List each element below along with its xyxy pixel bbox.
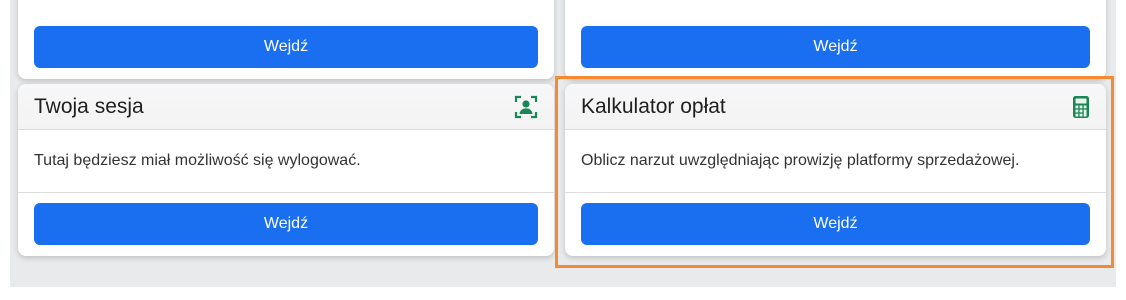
fee-calculator-card-title: Kalkulator opłat — [581, 94, 726, 118]
session-enter-button[interactable]: Wejdź — [34, 203, 538, 245]
session-card: Twoja sesja Tutaj będziesz miał możliwoś… — [18, 84, 554, 256]
fee-calculator-card-header: Kalkulator opłat — [565, 84, 1106, 130]
top-left-enter-button[interactable]: Wejdź — [34, 26, 538, 68]
fee-calculator-card: Kalkulator opłat Oblicz narzut uwzględni… — [565, 84, 1106, 256]
fee-calculator-enter-button[interactable]: Wejdź — [581, 203, 1090, 245]
person-badge-icon — [514, 95, 538, 119]
top-right-card: Wejdź — [565, 0, 1106, 79]
fee-calculator-card-description: Oblicz narzut uwzględniając prowizję pla… — [565, 130, 1106, 193]
session-card-description: Tutaj będziesz miał możliwość się wylogo… — [18, 130, 554, 193]
top-left-card: Wejdź — [18, 0, 554, 79]
session-card-header: Twoja sesja — [18, 84, 554, 130]
calculator-icon — [1072, 95, 1090, 119]
top-right-enter-button[interactable]: Wejdź — [581, 26, 1090, 68]
session-card-title: Twoja sesja — [34, 94, 144, 118]
